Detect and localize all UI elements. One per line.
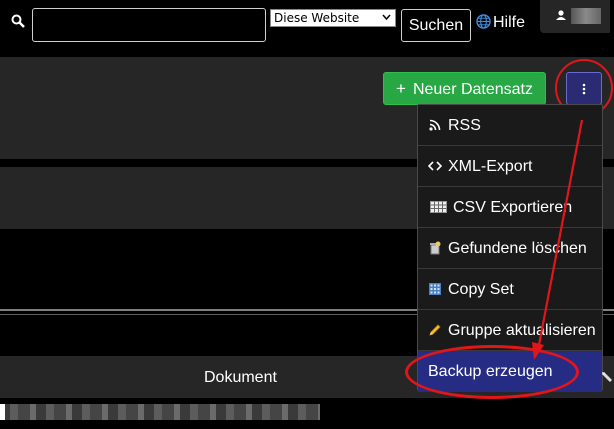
menu-item-csv-export[interactable]: CSV Exportieren [418,187,602,228]
search-input[interactable] [32,8,266,42]
search-icon [11,14,25,28]
help-link[interactable]: Hilfe [476,14,525,32]
plus-icon: + [396,78,406,98]
pencil-icon [429,324,441,336]
menu-item-label: CSV Exportieren [453,199,573,216]
menu-item-label: RSS [448,117,481,134]
delete-found-icon [430,241,441,255]
copy-set-icon [429,283,441,295]
menu-item-create-backup[interactable]: Backup erzeugen [418,351,602,392]
user-icon [556,10,566,20]
more-actions-button[interactable] [566,72,602,105]
menu-item-label: Gruppe aktualisieren [448,322,596,339]
column-header-document[interactable]: Dokument [204,369,277,387]
kebab-icon [582,83,586,95]
menu-item-label: Gefundene löschen [448,240,587,257]
menu-item-update-group[interactable]: Gruppe aktualisieren [418,310,602,351]
menu-item-xml-export[interactable]: XML-Export [418,146,602,187]
search-button[interactable]: Suchen [401,9,471,42]
search-scope-value: Diese Website [274,11,360,25]
search-scope-select[interactable]: Diese Website [270,9,396,27]
username-redacted [571,8,601,24]
table-row-marker [0,404,5,420]
more-actions-menu: RSS XML-Export CSV Exportieren Gefundene… [417,104,603,392]
menu-item-copy-set[interactable]: Copy Set [418,269,602,310]
help-label: Hilfe [493,14,526,31]
globe-icon [476,14,491,29]
new-record-button[interactable]: + Neuer Datensatz [383,72,546,105]
menu-item-label: Backup erzeugen [428,363,553,380]
menu-item-label: XML-Export [448,158,533,175]
user-menu-button[interactable] [540,0,610,33]
chevron-down-icon [382,14,391,21]
table-row-redacted [0,404,320,420]
menu-item-label: Copy Set [448,281,514,298]
new-record-label: Neuer Datensatz [412,80,533,98]
table-icon [430,201,447,213]
menu-item-rss[interactable]: RSS [418,105,602,146]
code-icon [428,161,442,171]
pencil-cursor-icon [601,371,613,383]
menu-item-delete-found[interactable]: Gefundene löschen [418,228,602,269]
rss-icon [429,119,441,131]
